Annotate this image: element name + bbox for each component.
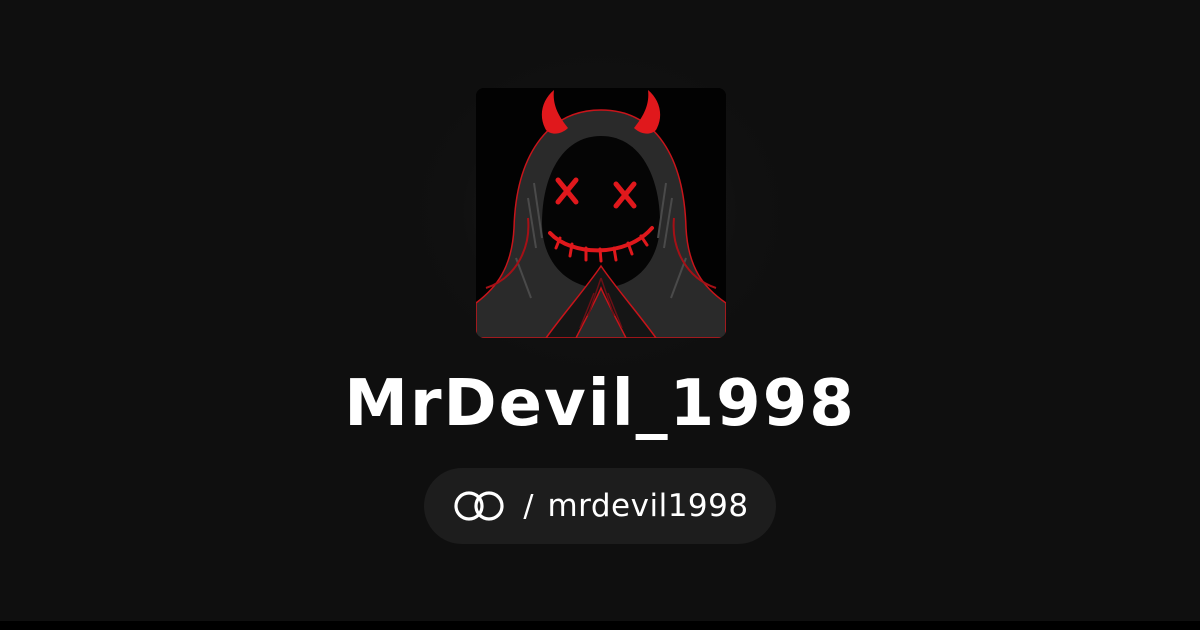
display-name: MrDevil_1998	[344, 367, 856, 441]
handle-text: mrdevil1998	[547, 488, 749, 524]
hooded-devil-avatar-icon	[476, 88, 726, 338]
handle-separator: /	[523, 488, 534, 524]
avatar	[476, 88, 726, 338]
profile-card: MrDevil_1998 / mrdevil1998	[0, 0, 1200, 630]
handle-pill[interactable]: / mrdevil1998	[424, 468, 776, 544]
bottom-edge-bar	[0, 621, 1200, 630]
interlinked-rings-logo-icon	[454, 491, 504, 521]
